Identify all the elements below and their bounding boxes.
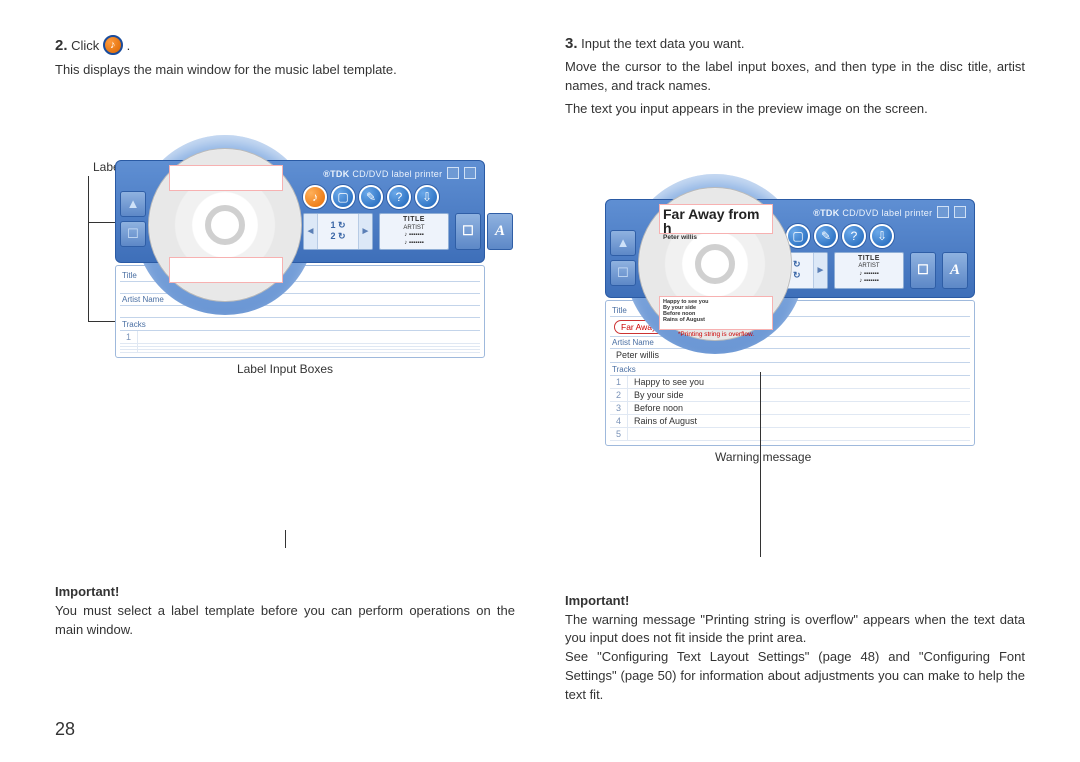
eject-button[interactable]: ▲ xyxy=(610,230,636,256)
print-button[interactable]: ☐ xyxy=(910,252,936,289)
artist-input[interactable]: Peter willis xyxy=(610,349,970,363)
important-text-right: The warning message "Printing string is … xyxy=(565,611,1025,705)
step-3-number: 3. xyxy=(565,35,578,52)
printer-icon: ☐ xyxy=(127,226,139,242)
layout-preview[interactable]: TITLE ARTIST ♪ ▪▪▪▪▪▪▪ ♪ ▪▪▪▪▪▪▪ xyxy=(379,213,449,250)
font-button[interactable]: A xyxy=(942,252,968,289)
cd-title-field[interactable]: Far Away from h Peter willis xyxy=(659,204,773,234)
callout-inputs: Label Input Boxes xyxy=(55,362,515,376)
import-button[interactable]: ⇩ xyxy=(870,224,894,248)
cd-title-field[interactable] xyxy=(169,165,283,191)
font-button[interactable]: A xyxy=(487,213,513,250)
step-3-desc1: Move the cursor to the label input boxes… xyxy=(565,58,1025,96)
chevron-right-icon[interactable]: ► xyxy=(358,214,372,249)
step-2-desc: This displays the main window for the mu… xyxy=(55,61,515,80)
step-3-line: 3. Input the text data you want. xyxy=(565,35,1025,52)
left-side-buttons: ▲ ☐ xyxy=(610,230,636,286)
round-buttons-row: ♪ ▢ ✎ ? ⇩ xyxy=(303,185,513,209)
music-template-icon xyxy=(103,35,123,55)
tracks-label: Tracks xyxy=(120,318,480,331)
cd-tracks-field[interactable] xyxy=(169,257,283,283)
print-side-button[interactable]: ☐ xyxy=(120,221,146,247)
cd-preview: Far Away from h Peter willis Happy to se… xyxy=(638,187,792,341)
track-row[interactable]: 4Rains of August xyxy=(610,415,970,428)
print-side-button[interactable]: ☐ xyxy=(610,260,636,286)
print-button[interactable]: ☐ xyxy=(455,213,481,250)
overflow-warning: *Printing string is overflow. xyxy=(660,332,772,339)
right-column: 3. Input the text data you want. Move th… xyxy=(565,35,1025,705)
track-row[interactable]: 5 xyxy=(610,428,970,441)
figure-right: Far Away from h Peter willis Happy to se… xyxy=(565,199,1025,579)
eject-icon: ▲ xyxy=(127,196,140,211)
tools-button[interactable]: ✎ xyxy=(814,224,838,248)
step-2-number: 2. xyxy=(55,37,68,54)
track-row[interactable] xyxy=(120,350,480,353)
app-window-right: Far Away from h Peter willis Happy to se… xyxy=(605,199,975,446)
left-column: 2. Click . This displays the main window… xyxy=(55,35,515,705)
titlebar-text: CD/DVD label printer xyxy=(842,208,932,218)
track-row[interactable]: 1Happy to see you xyxy=(610,376,970,389)
minimize-icon[interactable] xyxy=(937,206,949,218)
important-text-left: You must select a label template before … xyxy=(55,602,515,640)
eject-icon: ▲ xyxy=(617,235,630,250)
titlebar-text: CD/DVD label printer xyxy=(352,169,442,179)
chevron-right-icon[interactable]: ► xyxy=(813,253,827,288)
important-label-left: Important! xyxy=(55,584,515,599)
brand-text: ®TDK xyxy=(323,169,349,179)
cd-tracks-field[interactable]: Happy to see you By your side Before noo… xyxy=(659,296,773,330)
import-button[interactable]: ⇩ xyxy=(415,185,439,209)
help-button[interactable]: ? xyxy=(842,224,866,248)
figure-left: Label Preview Image ®TDK CD/DVD label pr… xyxy=(55,160,515,570)
chevron-left-icon[interactable]: ◄ xyxy=(304,214,318,249)
close-icon[interactable] xyxy=(954,206,966,218)
minimize-icon[interactable] xyxy=(447,167,459,179)
important-label-right: Important! xyxy=(565,593,1025,608)
eject-button[interactable]: ▲ xyxy=(120,191,146,217)
new-button[interactable]: ▢ xyxy=(331,185,355,209)
tools-button[interactable]: ✎ xyxy=(359,185,383,209)
cd-hole xyxy=(695,244,735,284)
tracks-label: Tracks xyxy=(610,363,970,376)
track-row[interactable]: 3Before noon xyxy=(610,402,970,415)
track-row[interactable]: 2By your side xyxy=(610,389,970,402)
mid-row: ◄ 1 ↻ 2 ↻ ► TITLE ARTIST xyxy=(303,213,513,250)
app-window-left: ®TDK CD/DVD label printer ♪ ▢ ✎ xyxy=(115,160,485,358)
music-button[interactable]: ♪ xyxy=(303,185,327,209)
cd-preview xyxy=(148,148,302,302)
cd-hole xyxy=(205,205,245,245)
page-number: 28 xyxy=(55,719,75,740)
brand-text: ®TDK xyxy=(813,208,839,218)
step-2-text: Click xyxy=(71,38,99,53)
step-2-line: 2. Click . xyxy=(55,35,515,55)
layout-preview[interactable]: TITLE ARTIST ♪ ▪▪▪▪▪▪▪ ♪ ▪▪▪▪▪▪▪ xyxy=(834,252,904,289)
printer-icon: ☐ xyxy=(617,265,629,281)
step-3-text: Input the text data you want. xyxy=(581,36,744,51)
artist-input[interactable] xyxy=(120,306,480,318)
close-icon[interactable] xyxy=(464,167,476,179)
left-side-buttons: ▲ ☐ xyxy=(120,191,146,247)
manual-page: 2. Click . This displays the main window… xyxy=(55,35,1035,705)
step-3-desc2: The text you input appears in the previe… xyxy=(565,100,1025,119)
help-button[interactable]: ? xyxy=(387,185,411,209)
callout-warning: Warning message xyxy=(715,450,1025,464)
step-2-period: . xyxy=(127,38,131,53)
track-row[interactable]: 1 xyxy=(120,331,480,344)
template-nav[interactable]: ◄ 1 ↻ 2 ↻ ► xyxy=(303,213,373,250)
